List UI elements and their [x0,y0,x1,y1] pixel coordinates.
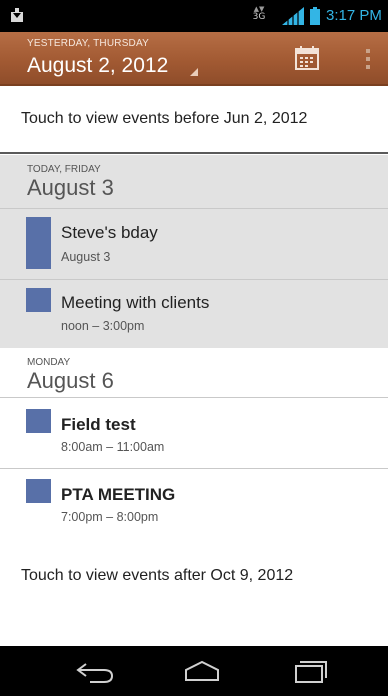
day-weekday-label: TODAY, FRIDAY [27,164,101,175]
event-title: Meeting with clients [61,293,210,312]
day-header: TODAY, FRIDAY August 3 [0,155,388,209]
event-item[interactable]: Field test 8:00am – 11:00am [0,398,388,468]
day-weekday-label: MONDAY [27,357,71,368]
day-date-label: August 3 [27,175,114,200]
date-title: August 2, 2012 [27,54,169,77]
date-spinner[interactable]: YESTERDAY, THURSDAY August 2, 2012 [0,32,205,86]
overflow-menu-icon[interactable] [356,44,380,74]
load-later-events[interactable]: Touch to view events after Oct 9, 2012 [0,545,388,609]
recent-apps-icon[interactable] [278,654,338,688]
event-time: August 3 [61,250,111,264]
event-item[interactable]: Steve's bday August 3 [0,209,388,279]
signal-icon [282,7,304,25]
home-icon[interactable] [172,654,232,688]
load-earlier-label: Touch to view events before Jun 2, 2012 [21,110,308,127]
calendar-today-icon[interactable] [290,44,324,74]
event-color-chip [26,288,51,312]
event-item[interactable]: PTA MEETING 7:00pm – 8:00pm [0,469,388,539]
load-earlier-events[interactable]: Touch to view events before Jun 2, 2012 [0,86,388,154]
event-time: 8:00am – 11:00am [61,440,165,454]
network-type: ▲▼ 3G [252,5,266,22]
spinner-arrow-icon [190,68,198,76]
status-bar: ▲▼ 3G 3:17 PM [0,0,388,32]
event-time: noon – 3:00pm [61,319,145,333]
event-time: 7:00pm – 8:00pm [61,510,159,524]
event-color-chip [26,409,51,433]
day-header: MONDAY August 6 [0,348,388,402]
navigation-bar [0,646,388,696]
event-item[interactable]: Meeting with clients noon – 3:00pm [0,280,388,348]
event-color-chip [26,479,51,503]
event-title: Field test [61,415,136,434]
back-icon[interactable] [66,654,126,688]
status-time: 3:17 PM [326,7,382,24]
battery-icon [310,7,320,25]
action-bar: YESTERDAY, THURSDAY August 2, 2012 [0,32,388,86]
date-subtitle: YESTERDAY, THURSDAY [27,38,149,49]
download-icon [11,8,23,22]
event-title: Steve's bday [61,223,158,242]
event-title: PTA MEETING [61,485,176,504]
load-later-label: Touch to view events after Oct 9, 2012 [21,567,294,584]
day-date-label: August 6 [27,368,114,393]
agenda-screen: ▲▼ 3G 3:17 PM YESTERDAY, THURSDAY August… [0,0,388,696]
event-color-chip [26,217,51,269]
day-section-today: TODAY, FRIDAY August 3 Steve's bday Augu… [0,155,388,348]
